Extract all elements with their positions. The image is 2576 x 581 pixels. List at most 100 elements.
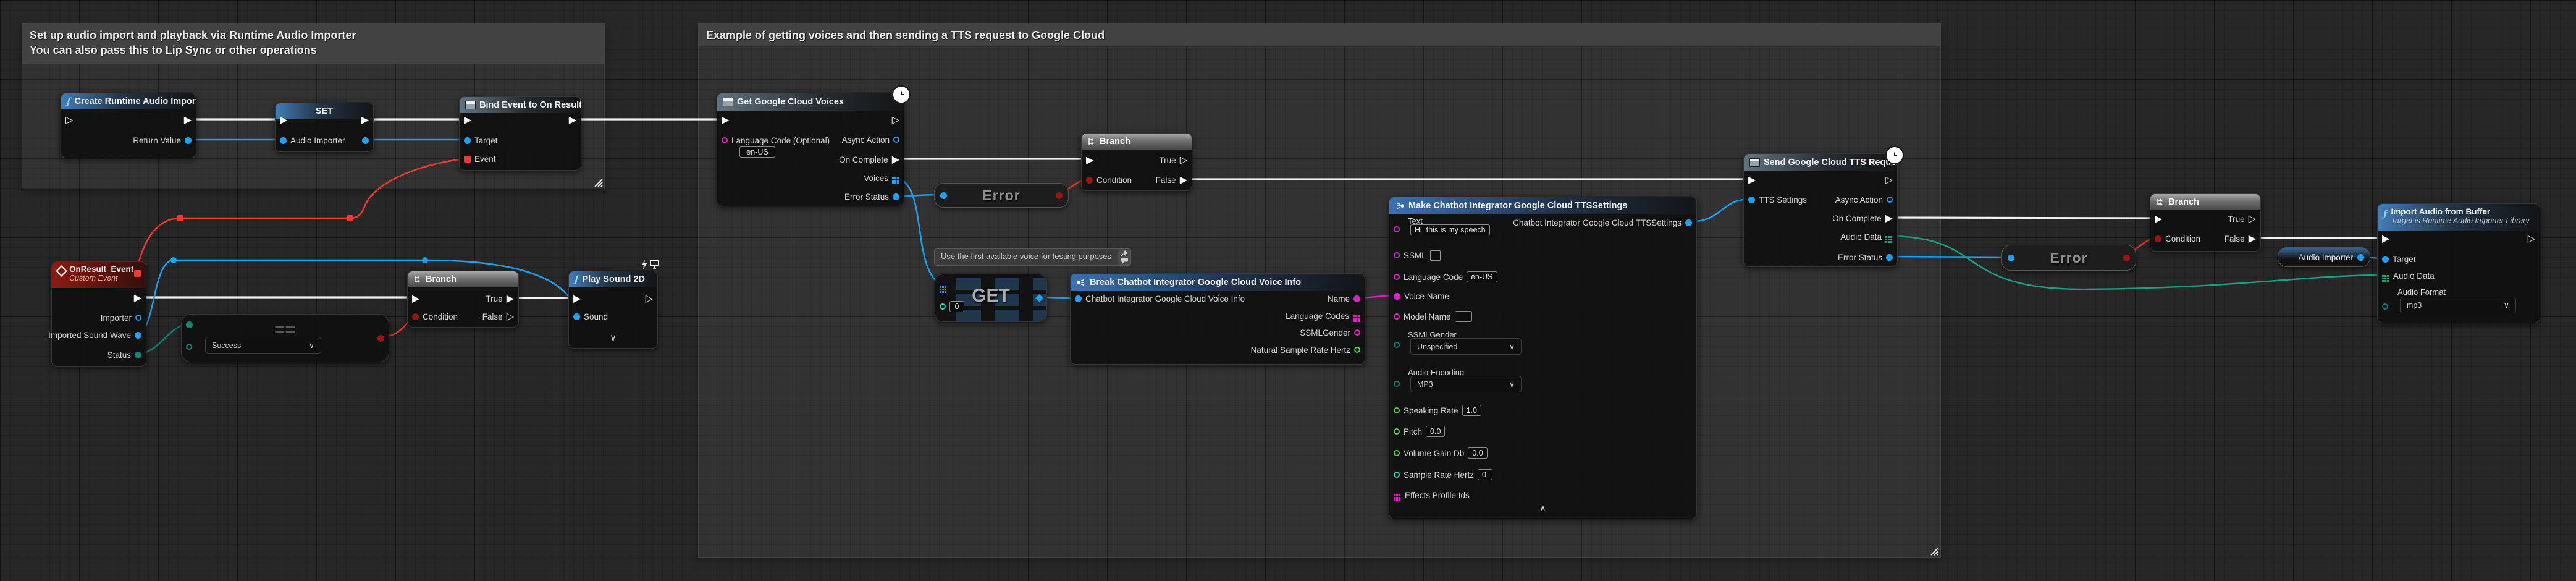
importer-pin[interactable] bbox=[135, 315, 141, 321]
equal-input-b-pin[interactable] bbox=[186, 344, 192, 350]
node-branch-playback[interactable]: Branch ▶ True▶ Condition False▷ bbox=[407, 271, 519, 328]
voices-array-pin[interactable] bbox=[892, 177, 894, 179]
voice-name-pin[interactable] bbox=[1394, 293, 1400, 300]
voice-info-input-pin[interactable] bbox=[1075, 295, 1082, 302]
volume-gain-field[interactable]: 0.0 bbox=[1468, 447, 1487, 459]
volume-gain-pin[interactable] bbox=[1394, 450, 1400, 456]
text-pin[interactable] bbox=[1394, 226, 1400, 232]
audio-format-dropdown[interactable]: mp3∨ bbox=[2400, 297, 2516, 313]
exec-in-pin[interactable]: ▶ bbox=[464, 115, 471, 125]
node-get-google-cloud-voices[interactable]: Get Google Cloud Voices ▶ ▷ Language Cod… bbox=[717, 93, 904, 206]
ssml-gender-pin[interactable] bbox=[1394, 342, 1400, 348]
sample-rate-pin[interactable] bbox=[1394, 472, 1400, 478]
on-complete-exec-pin[interactable]: ▶ bbox=[892, 155, 899, 164]
index-pin[interactable] bbox=[940, 303, 946, 310]
node-send-google-cloud-tts-request[interactable]: Send Google Cloud TTS Request ▶ ▷ TTS Se… bbox=[1743, 153, 1898, 267]
reroute-node[interactable] bbox=[177, 215, 183, 221]
text-field[interactable]: Hi, this is my speech bbox=[1410, 224, 1490, 235]
ssml-pin[interactable] bbox=[1394, 252, 1400, 258]
false-exec-pin[interactable]: ▷ bbox=[507, 312, 514, 321]
model-name-field[interactable] bbox=[1455, 311, 1472, 322]
tts-settings-pin[interactable] bbox=[1748, 197, 1755, 203]
audio-data-array-pin[interactable] bbox=[2382, 275, 2384, 277]
sound-pin[interactable] bbox=[573, 313, 580, 320]
node-set-audio-importer[interactable]: SET ▶ ▶ Audio Importer bbox=[275, 103, 374, 152]
target-pin[interactable] bbox=[2382, 256, 2389, 263]
node-play-sound-2d[interactable]: ƒPlay Sound 2D ▶ ▷ Sound ∨ bbox=[568, 271, 658, 349]
false-exec-pin[interactable]: ▶ bbox=[2249, 234, 2256, 244]
true-exec-pin[interactable]: ▷ bbox=[1180, 155, 1187, 165]
audio-data-array-pin[interactable] bbox=[1885, 236, 1887, 238]
delegate-pin[interactable] bbox=[134, 270, 141, 277]
expand-chevron-icon[interactable]: ∨ bbox=[569, 334, 657, 342]
async-action-pin[interactable] bbox=[893, 137, 899, 143]
node-error-macro[interactable]: Error bbox=[2001, 245, 2136, 271]
pushpin-icon[interactable] bbox=[1121, 250, 1128, 257]
exec-out-pin[interactable]: ▶ bbox=[569, 115, 576, 125]
condition-pin[interactable] bbox=[1086, 177, 1093, 184]
node-make-tts-settings[interactable]: Make Chatbot Integrator Google Cloud TTS… bbox=[1389, 197, 1697, 519]
name-pin[interactable] bbox=[1353, 295, 1360, 302]
node-branch-tts-result[interactable]: Branch ▶ True▷ Condition False▶ bbox=[2150, 193, 2261, 252]
node-bind-event-to-on-result[interactable]: Bind Event to On Result ▶ ▶ Target Event bbox=[459, 96, 581, 171]
natural-sample-rate-pin[interactable] bbox=[1354, 347, 1360, 353]
error-input-pin[interactable] bbox=[940, 192, 947, 199]
node-break-voice-info[interactable]: Break Chatbot Integrator Google Cloud Vo… bbox=[1070, 273, 1365, 365]
blueprint-graph[interactable]: Set up audio import and playback via Run… bbox=[0, 0, 2576, 581]
return-value-pin[interactable] bbox=[185, 137, 192, 144]
exec-out-pin[interactable]: ▷ bbox=[2528, 234, 2535, 244]
equal-result-pin[interactable] bbox=[377, 335, 384, 342]
exec-in-pin[interactable]: ▶ bbox=[1748, 175, 1756, 185]
language-code-pin[interactable] bbox=[722, 137, 728, 143]
pitch-pin[interactable] bbox=[1394, 428, 1400, 435]
reroute-node[interactable] bbox=[170, 257, 177, 263]
node-get-audio-importer-variable[interactable]: Audio Importer bbox=[2278, 247, 2370, 267]
reroute-node[interactable] bbox=[347, 215, 353, 221]
model-name-pin[interactable] bbox=[1394, 313, 1400, 320]
exec-in-pin[interactable]: ▶ bbox=[573, 294, 581, 303]
condition-pin[interactable] bbox=[412, 313, 419, 320]
sample-rate-field[interactable]: 0 bbox=[1478, 469, 1492, 480]
true-exec-pin[interactable]: ▶ bbox=[507, 294, 514, 303]
ssml-checkbox[interactable] bbox=[1430, 250, 1441, 261]
comment-bubble-icon[interactable] bbox=[1121, 258, 1128, 264]
audio-importer-in-pin[interactable] bbox=[280, 137, 287, 144]
error-status-pin[interactable] bbox=[893, 193, 899, 200]
condition-pin[interactable] bbox=[2155, 235, 2161, 242]
status-pin[interactable] bbox=[135, 352, 141, 358]
language-codes-array-pin[interactable] bbox=[1353, 315, 1355, 317]
language-code-field[interactable]: en-US bbox=[1467, 271, 1497, 282]
node-equal-enum[interactable]: == Success∨ bbox=[181, 314, 389, 362]
error-result-pin[interactable] bbox=[1056, 192, 1063, 199]
error-result-pin[interactable] bbox=[2123, 255, 2130, 261]
exec-out-pin[interactable]: ▶ bbox=[184, 115, 192, 125]
equal-input-a-pin[interactable] bbox=[186, 321, 193, 328]
reroute-node[interactable] bbox=[422, 257, 428, 263]
target-pin[interactable] bbox=[464, 137, 471, 144]
node-comment-bubble[interactable]: Use the first available voice for testin… bbox=[934, 248, 1131, 266]
exec-out-pin[interactable]: ▶ bbox=[134, 293, 141, 303]
exec-out-pin[interactable]: ▷ bbox=[1885, 175, 1893, 185]
speaking-rate-field[interactable]: 1.0 bbox=[1462, 405, 1481, 416]
wire-event-to-onresult[interactable] bbox=[137, 158, 468, 271]
exec-in-pin[interactable]: ▶ bbox=[2155, 214, 2162, 224]
node-import-audio-from-buffer[interactable]: ƒ Import Audio from Buffer Target is Run… bbox=[2377, 203, 2540, 323]
language-code-pin[interactable] bbox=[1394, 274, 1400, 280]
array-input-pin[interactable] bbox=[940, 286, 941, 288]
event-delegate-pin[interactable] bbox=[464, 156, 471, 163]
ssml-gender-pin[interactable] bbox=[1354, 329, 1360, 336]
exec-in-pin[interactable]: ▷ bbox=[65, 115, 73, 125]
node-branch-voices[interactable]: Branch ▶ True▷ Condition False▶ bbox=[1081, 133, 1192, 191]
exec-in-pin[interactable]: ▶ bbox=[412, 294, 419, 303]
node-array-get[interactable]: GET 0 bbox=[935, 274, 1047, 322]
false-exec-pin[interactable]: ▶ bbox=[1180, 175, 1187, 185]
enum-value-dropdown[interactable]: Success∨ bbox=[205, 337, 321, 354]
node-onresult-custom-event[interactable]: OnResult_Event Custom Event ▶ Importer I… bbox=[51, 261, 146, 367]
element-output-pin[interactable] bbox=[1035, 294, 1043, 302]
collapse-chevron-icon[interactable]: ∧ bbox=[1389, 505, 1696, 512]
pitch-field[interactable]: 0.0 bbox=[1426, 426, 1445, 437]
ssml-gender-dropdown[interactable]: Unspecified∨ bbox=[1410, 338, 1522, 355]
audio-encoding-pin[interactable] bbox=[1394, 381, 1400, 387]
exec-out-pin[interactable]: ▷ bbox=[646, 294, 653, 303]
exec-in-pin[interactable]: ▶ bbox=[280, 115, 287, 125]
